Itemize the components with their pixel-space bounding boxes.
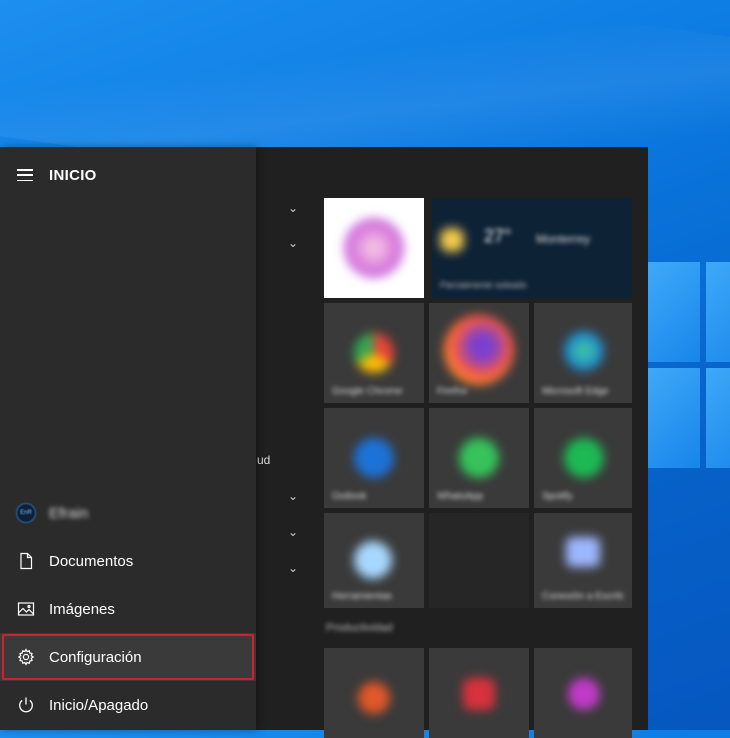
tile-whatsapp[interactable]: WhatsApp [429, 408, 529, 508]
tile-caption: Spotify [542, 491, 573, 502]
tile-app-3[interactable] [534, 648, 632, 738]
chevron-down-icon[interactable]: ⌄ [288, 201, 300, 215]
sidebar-item-imagenes[interactable]: Imágenes [0, 585, 256, 633]
tile-app-2[interactable] [429, 648, 529, 738]
tile-empty [429, 513, 529, 608]
start-sidebar: INICIO EnR Efrain Documentos Imágenes Co… [0, 147, 256, 730]
tile-caption: Firefox [437, 386, 468, 397]
tile-spotify[interactable]: Spotify [534, 408, 632, 508]
sidebar-item-label: Inicio/Apagado [49, 696, 149, 714]
sidebar-item-label: Imágenes [49, 600, 115, 618]
user-name: Efrain [49, 504, 89, 522]
tile-outlook[interactable]: Outlook [324, 408, 424, 508]
tile-caption: Outlook [332, 491, 367, 502]
sidebar-item-documentos[interactable]: Documentos [0, 537, 256, 585]
user-account-item[interactable]: EnR Efrain [0, 489, 256, 537]
chevron-down-icon[interactable]: ⌄ [288, 525, 300, 539]
chevron-down-icon[interactable]: ⌄ [288, 236, 300, 250]
tile-edge[interactable]: Microsoft Edge [534, 303, 632, 403]
start-header: INICIO [0, 147, 256, 203]
weather-sub: Parcialmente soleado [440, 280, 527, 290]
tile-caption: Microsoft Edge [542, 386, 609, 397]
tile-caption: Herramientas [332, 591, 393, 602]
sidebar-item-label: Configuración [49, 648, 142, 666]
start-menu: INICIO EnR Efrain Documentos Imágenes Co… [0, 147, 648, 738]
tile-weather[interactable]: 27° Monterrey Parcialmente soleado [432, 198, 632, 298]
app-list-partial-text: ud [257, 453, 271, 467]
tile-app-1[interactable] [324, 648, 424, 738]
sidebar-item-power[interactable]: Inicio/Apagado [0, 681, 256, 729]
document-icon [16, 551, 36, 571]
tile-itunes[interactable] [324, 198, 424, 298]
weather-temp: 27° [484, 226, 512, 246]
tile-chrome[interactable]: Google Chrome [324, 303, 424, 403]
gear-icon [16, 647, 36, 667]
app-list: ⌄ ⌄ ⌄ ⌄ ⌄ [256, 147, 320, 730]
tile-tool[interactable]: Herramientas [324, 513, 424, 608]
hamburger-icon[interactable] [17, 169, 33, 181]
chevron-down-icon[interactable]: ⌄ [288, 561, 300, 575]
tile-network[interactable]: Conexión a Escritorio [534, 513, 632, 608]
tile-caption: WhatsApp [437, 491, 484, 502]
tile-caption: Google Chrome [332, 386, 403, 397]
tile-group-title: Productividad [326, 622, 393, 634]
sidebar-item-configuracion[interactable]: Configuración [0, 633, 256, 681]
sidebar-item-label: Documentos [49, 552, 134, 570]
windows-logo [648, 262, 730, 482]
start-title: INICIO [49, 166, 97, 184]
avatar: EnR [16, 503, 36, 523]
tile-firefox[interactable]: Firefox [429, 303, 529, 403]
chevron-down-icon[interactable]: ⌄ [288, 489, 300, 503]
image-icon [16, 599, 36, 619]
weather-city: Monterrey [536, 232, 591, 246]
power-icon [16, 695, 36, 715]
tile-caption: Conexión a Escritorio [542, 591, 624, 602]
